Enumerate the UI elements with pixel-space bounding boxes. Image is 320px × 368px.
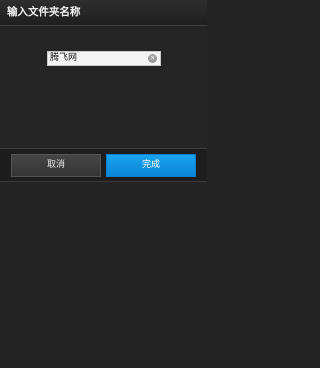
- cancel-button[interactable]: 取消: [11, 154, 101, 177]
- folder-name-value[interactable]: 腾飞网: [50, 52, 77, 65]
- dialog-content: 腾飞网 ✕: [0, 26, 207, 148]
- empty-background: [0, 182, 207, 368]
- dialog-title: 输入文件夹名称: [7, 6, 81, 18]
- dialog-title-bar: 输入文件夹名称: [0, 0, 207, 26]
- clear-icon[interactable]: ✕: [148, 54, 157, 63]
- done-button[interactable]: 完成: [106, 154, 196, 177]
- folder-name-input[interactable]: 腾飞网 ✕: [47, 51, 161, 66]
- dialog-button-bar: 取消 完成: [0, 148, 207, 182]
- rename-folder-dialog: 输入文件夹名称 腾飞网 ✕ 取消 完成: [0, 0, 207, 368]
